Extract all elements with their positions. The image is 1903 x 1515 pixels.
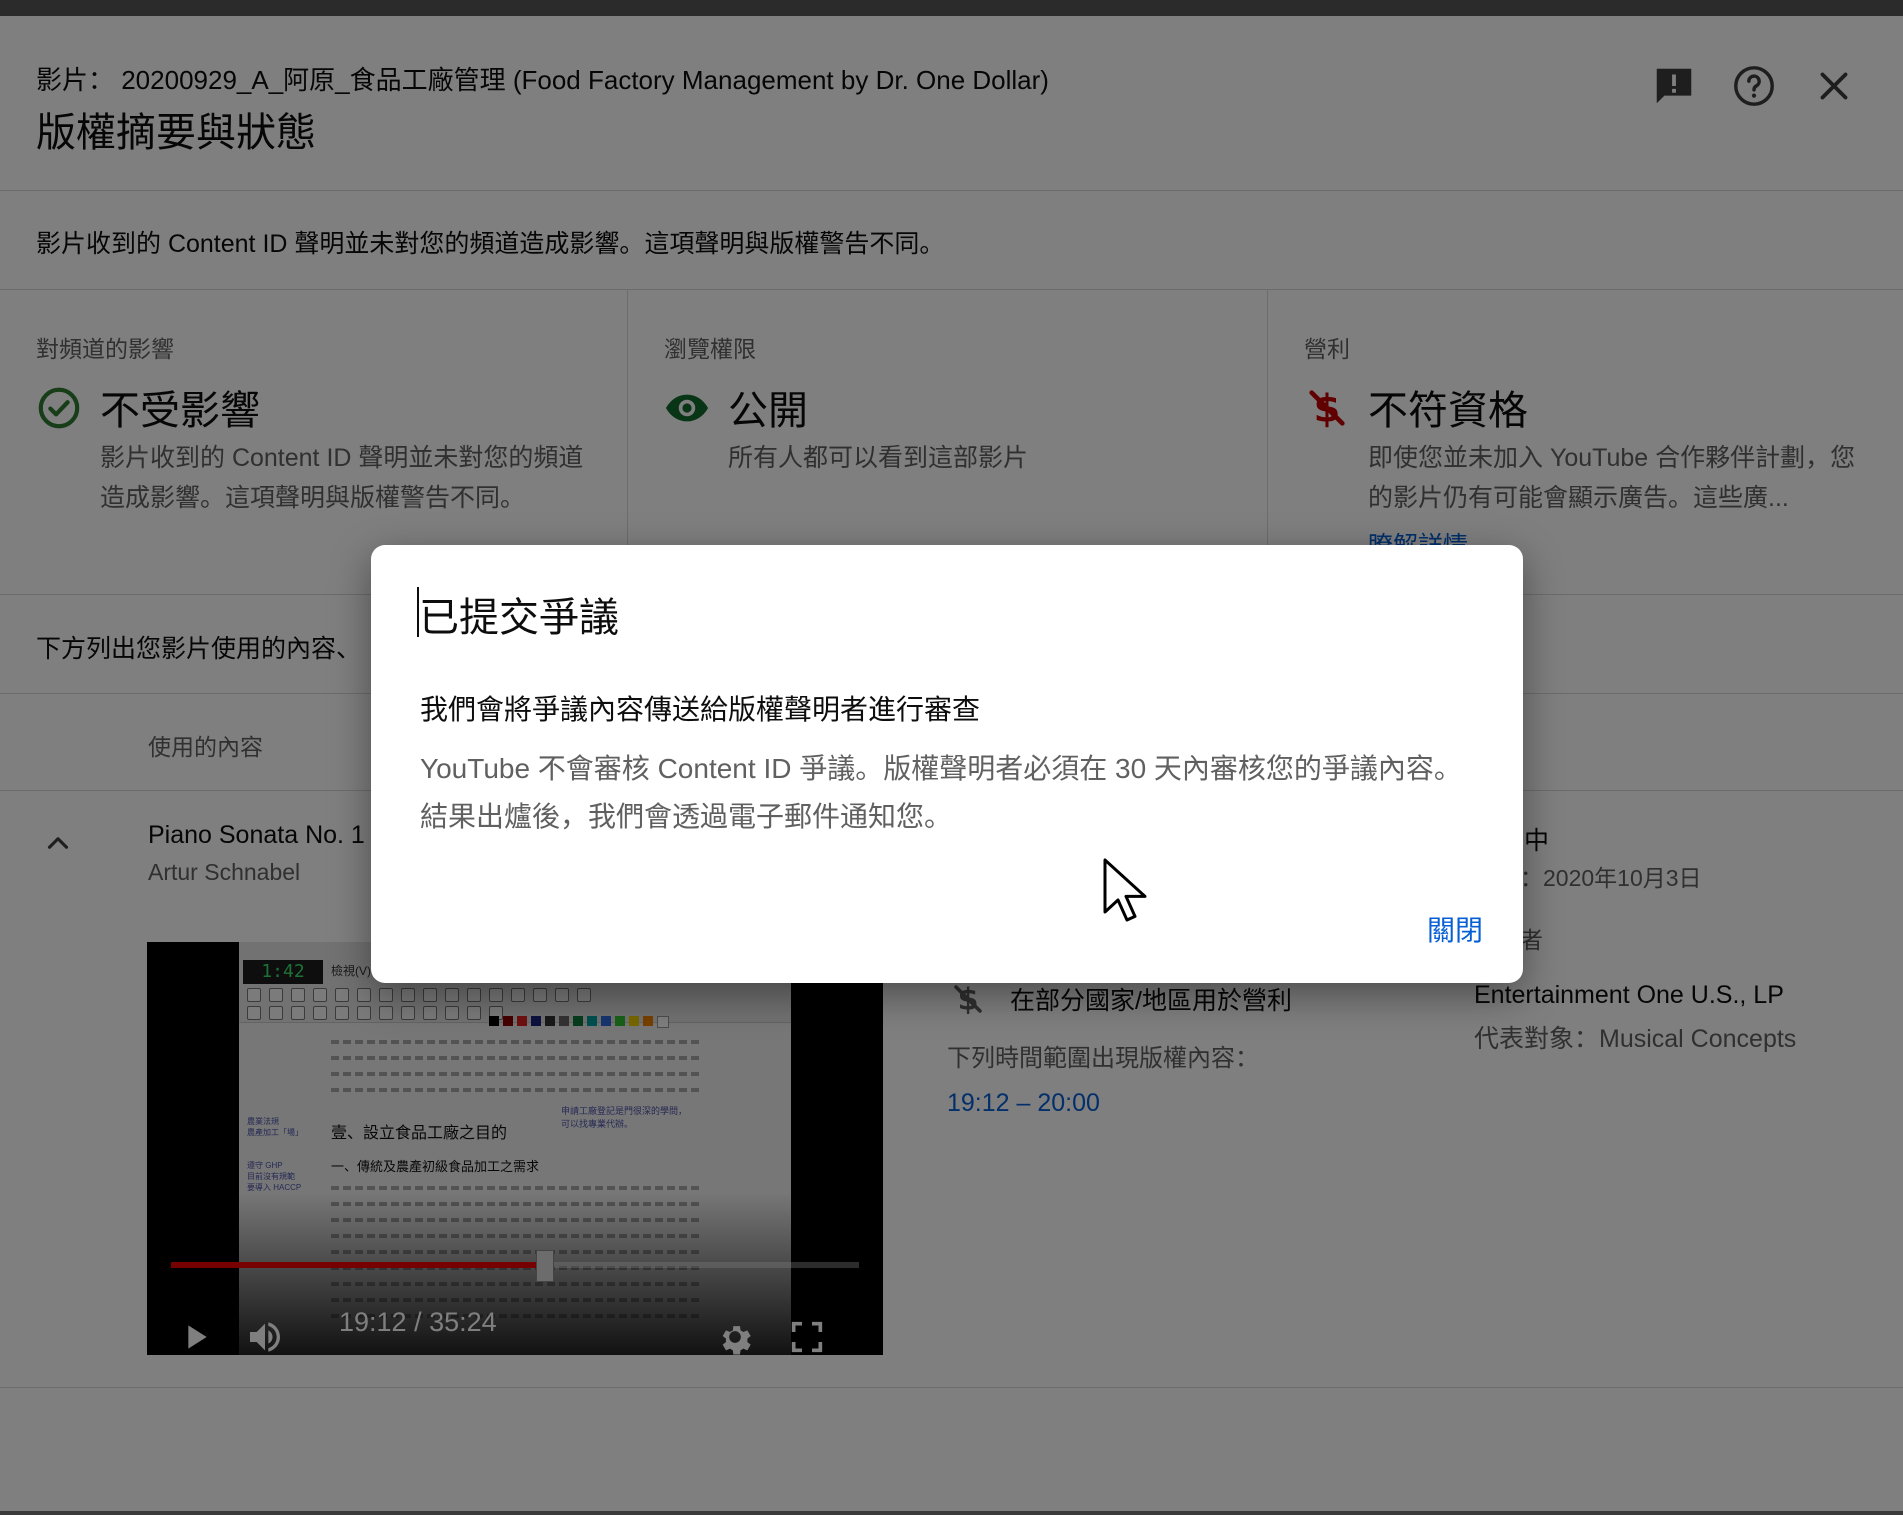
- dialog-close-button[interactable]: 關閉: [1427, 909, 1483, 949]
- dialog-title: 已提交爭議: [419, 596, 619, 640]
- window-top-bar: [0, 0, 1903, 16]
- dispute-submitted-dialog: 已提交爭議 我們會將爭議內容傳送給版權聲明者進行審查 YouTube 不會審核 …: [371, 545, 1523, 983]
- window-bottom-edge: [0, 1511, 1903, 1515]
- dialog-body: YouTube 不會審核 Content ID 爭議。版權聲明者必須在 30 天…: [420, 753, 1462, 832]
- dialog-subtitle: 我們會將爭議內容傳送給版權聲明者進行審查: [420, 694, 981, 725]
- mouse-cursor-icon: [1103, 858, 1147, 922]
